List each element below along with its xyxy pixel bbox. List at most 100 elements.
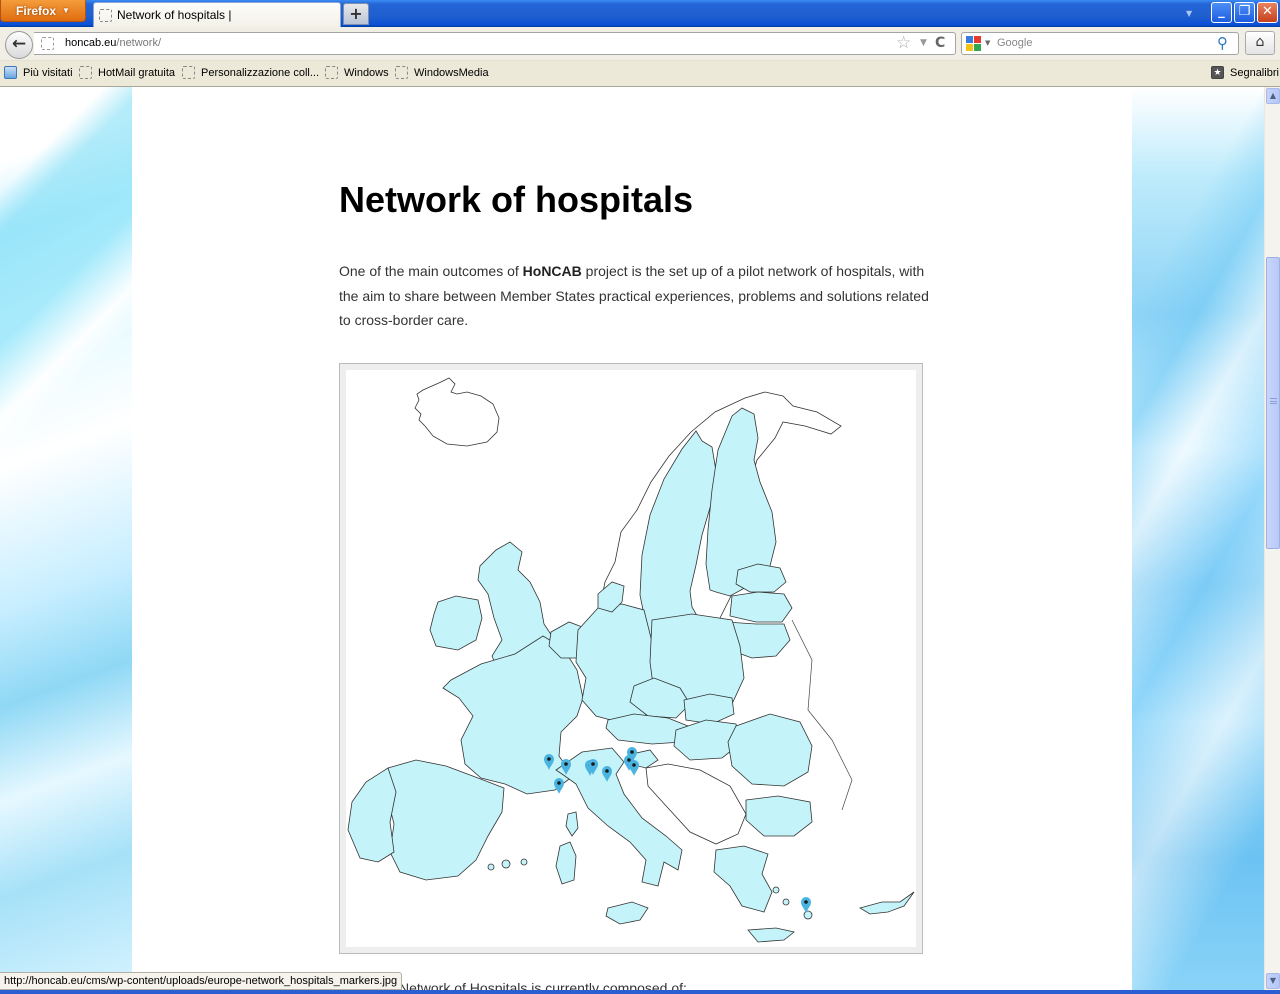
page-icon [182, 66, 195, 79]
marker-dot [547, 757, 551, 761]
most-visited-icon [4, 66, 17, 79]
bookmarks-toolbar: Più visitati HotMail gratuita Personaliz… [0, 61, 1280, 87]
map-eastern-border [791, 619, 853, 811]
map-ireland [429, 595, 483, 651]
firefox-label: Firefox [16, 3, 57, 18]
bookmark-windowsmedia[interactable]: WindowsMedia [395, 66, 489, 79]
chevron-down-icon: ▼ [62, 6, 70, 15]
decorative-background-right [1132, 87, 1264, 994]
page-icon [79, 66, 92, 79]
new-tab-button[interactable]: + [343, 3, 369, 25]
decorative-background-left [0, 87, 132, 994]
title-bar: Firefox ▼ Network of hospitals | + ▼ _ ❐… [0, 0, 1280, 27]
url-host: honcab.eu [65, 37, 117, 49]
hospital-marker-icon [629, 760, 639, 776]
bookmark-personalizzazione[interactable]: Personalizzazione coll... [182, 66, 319, 79]
map-island [501, 859, 511, 869]
back-button[interactable]: ← [5, 31, 33, 59]
home-button[interactable]: ⌂ [1245, 31, 1275, 55]
page-viewport: Network of hospitals One of the main out… [0, 87, 1264, 994]
marker-dot [632, 763, 636, 767]
tab-network-of-hospitals[interactable]: Network of hospitals | [93, 2, 341, 27]
hospital-marker-icon [554, 778, 564, 794]
bookmark-most-visited[interactable]: Più visitati [4, 66, 73, 79]
bookmark-label: HotMail gratuita [98, 66, 176, 79]
marker-dot [591, 762, 595, 766]
scroll-down-button[interactable]: ▼ [1266, 973, 1280, 989]
page-favicon-icon [99, 8, 112, 22]
marker-pin [554, 778, 564, 794]
search-input[interactable]: Google [997, 37, 1032, 49]
bookmarks-star-icon: ★ [1211, 66, 1224, 79]
map-latvia [729, 591, 793, 623]
europe-map-svg [347, 377, 915, 943]
bookmarks-menu-label: Segnalibri [1230, 66, 1279, 79]
navigation-toolbar: ← honcab.eu/network/ ☆ ▼ C ▼ Google ⚲ ⌂ [0, 27, 1280, 61]
map-estonia [735, 563, 787, 593]
search-engine-dropdown-icon[interactable]: ▼ [985, 39, 990, 47]
map-slovakia [683, 693, 735, 725]
page-icon [395, 66, 408, 79]
map-island [782, 898, 790, 906]
bookmark-hotmail[interactable]: HotMail gratuita [79, 66, 175, 79]
vertical-scrollbar[interactable]: ▲ ▼ [1264, 87, 1280, 990]
intro-paragraph: One of the main outcomes of HoNCAB proje… [339, 259, 939, 333]
bookmark-label: WindowsMedia [414, 66, 489, 79]
restore-button[interactable]: ❐ [1234, 2, 1255, 23]
scroll-up-button[interactable]: ▲ [1266, 88, 1280, 104]
marker-pin [629, 760, 639, 776]
google-logo-icon[interactable] [966, 36, 981, 51]
scroll-grip-icon [1270, 398, 1277, 404]
bookmarks-menu-button[interactable]: ★ Segnalibri [1211, 66, 1279, 79]
marker-pin [801, 897, 811, 913]
marker-dot [564, 762, 568, 766]
map-island [520, 858, 528, 866]
page-title: Network of hospitals [339, 179, 694, 220]
map-corsica [565, 811, 579, 837]
map-crete [747, 927, 795, 943]
url-path: /network/ [116, 37, 162, 49]
scrollbar-thumb[interactable] [1266, 257, 1280, 549]
map-greece [713, 845, 773, 913]
list-all-tabs-button[interactable]: ▼ [1186, 9, 1192, 18]
map-sardinia [555, 841, 577, 885]
firefox-menu-button[interactable]: Firefox ▼ [0, 0, 86, 22]
map-island [772, 886, 780, 894]
map-island [487, 863, 495, 871]
url-text[interactable]: honcab.eu/network/ [65, 37, 161, 49]
search-icon[interactable]: ⚲ [1217, 34, 1228, 52]
bookmark-windows[interactable]: Windows [325, 66, 389, 79]
reload-icon[interactable]: C [935, 35, 945, 51]
map-canvas [346, 370, 916, 947]
marker-dot [605, 769, 609, 773]
marker-dot [627, 758, 631, 762]
site-identity-icon[interactable] [41, 37, 54, 50]
marker-dot [630, 750, 634, 754]
taskbar-edge [0, 990, 1280, 994]
europe-map-image[interactable] [339, 363, 923, 954]
bookmark-label: Personalizzazione coll... [201, 66, 320, 79]
brand-name: HoNCAB [522, 263, 582, 279]
bookmark-label: Più visitati [23, 66, 73, 79]
bookmark-label: Windows [344, 66, 389, 79]
map-iceland [414, 377, 500, 447]
hospital-marker-icon [801, 897, 811, 913]
map-sicily [605, 901, 649, 925]
map-romania [727, 713, 813, 787]
search-bar[interactable]: ▼ Google ⚲ [961, 32, 1239, 55]
marker-dot [804, 900, 808, 904]
map-portugal [347, 767, 397, 863]
address-bar[interactable]: honcab.eu/network/ ☆ ▼ C [34, 32, 956, 55]
map-cyprus [858, 891, 915, 915]
history-dropdown-icon[interactable]: ▼ [920, 38, 927, 48]
map-island [803, 910, 813, 920]
page-icon [325, 66, 338, 79]
map-bulgaria [745, 795, 813, 837]
minimize-button[interactable]: _ [1211, 2, 1232, 23]
marker-dot [557, 781, 561, 785]
bookmark-star-icon[interactable]: ☆ [896, 33, 911, 53]
close-button[interactable]: ✕ [1257, 2, 1278, 23]
tab-title: Network of hospitals | [117, 8, 232, 22]
intro-text-start: One of the main outcomes of [339, 263, 523, 279]
status-bar-url: http://honcab.eu/cms/wp-content/uploads/… [0, 972, 403, 990]
